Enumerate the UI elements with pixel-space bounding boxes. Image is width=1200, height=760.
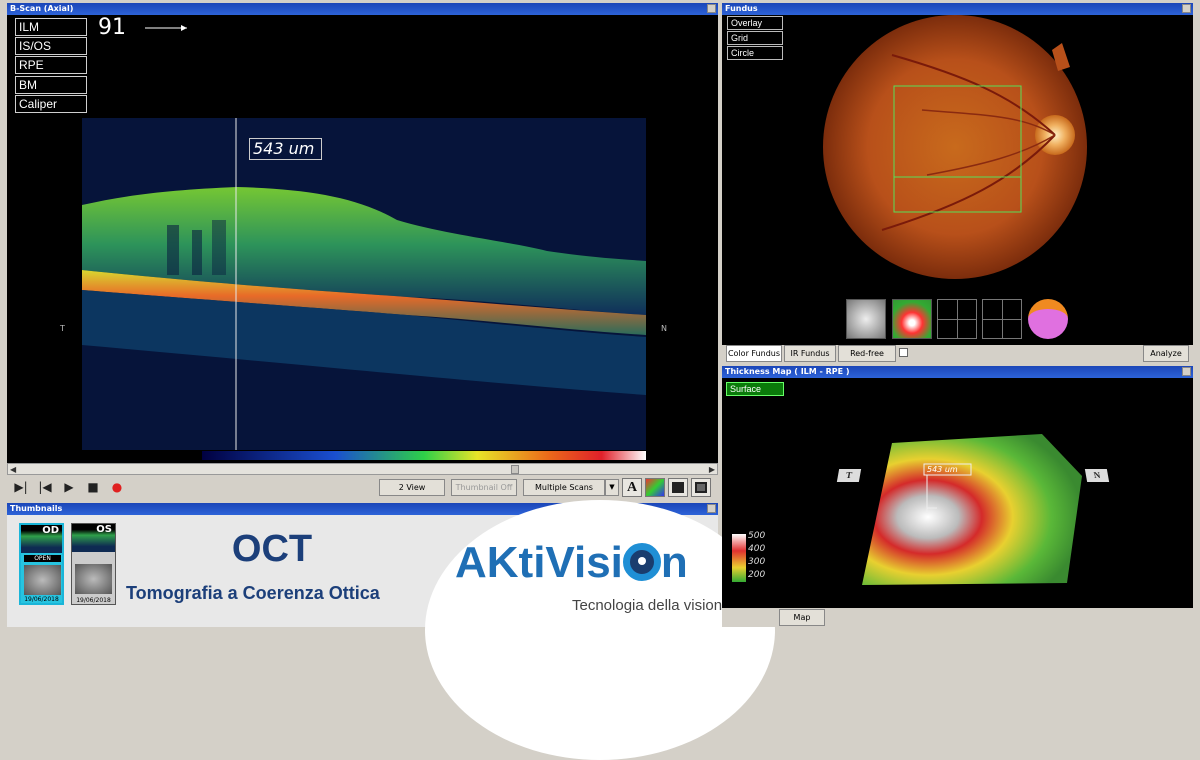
play-icon[interactable]: ▶: [62, 480, 76, 494]
scroll-right-arrow[interactable]: ▶: [709, 465, 715, 474]
thumbnail-os-eye: OS: [96, 524, 112, 535]
grid-button[interactable]: Grid: [727, 31, 783, 45]
fundus-title-text: Fundus: [725, 4, 758, 13]
tab-map[interactable]: Map: [779, 609, 825, 626]
bscan-panel-title: B-Scan (Axial): [7, 3, 718, 15]
bscan-image: [82, 25, 646, 460]
overlay-button[interactable]: Overlay: [727, 16, 783, 30]
scale-value-400: 400: [748, 544, 766, 554]
fundus-viewport[interactable]: Overlay Grid Circle: [722, 15, 1193, 345]
thumbnail-off-button[interactable]: Thumbnail Off: [451, 479, 517, 496]
circle-button[interactable]: Circle: [727, 46, 783, 60]
red-free-checkbox[interactable]: [899, 348, 908, 357]
thickness-map-panel-title: Thickness Map ( ILM - RPE ): [722, 366, 1193, 378]
brand-tagline: Tecnologia della visione: [572, 597, 731, 614]
temporal-label: T: [60, 324, 65, 333]
step-end-icon[interactable]: ▶|: [14, 480, 28, 494]
nasal-marker: N: [1084, 469, 1110, 482]
scan-select-dropdown-icon[interactable]: ▼: [605, 479, 619, 496]
tab-ir-fundus[interactable]: IR Fundus: [784, 345, 836, 362]
thumbnail-od[interactable]: OD OPEN 19/06/2018: [19, 523, 64, 605]
thumbnail-os-date: 19/06/2018: [76, 597, 111, 604]
text-tool-icon[interactable]: A: [622, 478, 642, 497]
nasal-label: N: [661, 324, 667, 333]
scroll-left-arrow[interactable]: ◀: [10, 465, 16, 474]
thumbnail-od-date: 19/06/2018: [24, 596, 59, 603]
brand-name-part1: AKtiVisi: [455, 538, 623, 587]
fundus-thumb-grid1[interactable]: [937, 299, 977, 339]
brand-logo: AKtiVisi n: [455, 538, 688, 588]
bscan-minimize-button[interactable]: [707, 4, 716, 13]
fundus-thumb-heatmap[interactable]: [892, 299, 932, 339]
thickness-measurement: 543 um: [927, 465, 958, 474]
scale-value-200: 200: [748, 570, 766, 580]
bscan-title-text: B-Scan (Axial): [10, 4, 74, 13]
thumbnails-title-text: Thumbnails: [10, 504, 63, 513]
multiple-scans-select[interactable]: Multiple Scans: [523, 479, 605, 496]
thickness-map-minimize-button[interactable]: [1182, 367, 1191, 376]
skip-start-icon[interactable]: |◀: [38, 480, 52, 494]
layer-button-bm[interactable]: BM: [15, 76, 87, 94]
tab-red-free[interactable]: Red-free: [838, 345, 896, 362]
brand-name-part2: n: [660, 538, 688, 587]
promo-subtitle: Tomografia a Coerenza Ottica: [126, 583, 380, 603]
etdrs-grid-icon[interactable]: [1028, 299, 1068, 339]
thickness-map-title-text: Thickness Map ( ILM - RPE ): [725, 367, 850, 376]
slice-number: 91: [98, 15, 126, 40]
fundus-thumb-grid2[interactable]: [982, 299, 1022, 339]
two-view-button[interactable]: 2 View: [379, 479, 445, 496]
surface-button[interactable]: Surface: [726, 382, 784, 396]
bscan-scrollbar[interactable]: ◀ ▶: [7, 463, 718, 475]
caliper-measurement: 543 um: [249, 138, 322, 160]
layer-button-caliper[interactable]: Caliper: [15, 95, 87, 113]
layer-button-ilm[interactable]: ILM: [15, 18, 87, 36]
thumbnail-od-eye: OD: [42, 525, 59, 536]
invert-icon[interactable]: [691, 478, 711, 497]
fundus-image: [823, 15, 1087, 279]
color-map-icon[interactable]: [645, 478, 665, 497]
fundus-panel-title: Fundus: [722, 3, 1193, 15]
thickness-surface: [862, 434, 1082, 585]
analyze-button[interactable]: Analyze: [1143, 345, 1189, 362]
thumbnails-minimize-button[interactable]: [707, 504, 716, 513]
bscan-viewport[interactable]: ILM IS/OS RPE BM Caliper 91 543 um T N: [7, 15, 718, 463]
stop-icon[interactable]: ■: [86, 480, 100, 494]
tab-color-fundus[interactable]: Color Fundus: [726, 345, 782, 362]
color-scale: [732, 534, 746, 582]
fundus-thumb-ir[interactable]: [846, 299, 886, 339]
thumbnail-od-status: OPEN: [24, 555, 61, 562]
promo-title: OCT: [231, 528, 313, 570]
thumbnail-os[interactable]: OS 19/06/2018: [71, 523, 116, 605]
layer-button-rpe[interactable]: RPE: [15, 56, 87, 74]
scroll-thumb[interactable]: [511, 465, 519, 474]
temporal-marker: T: [836, 469, 862, 482]
grayscale-icon[interactable]: [668, 478, 688, 497]
fundus-minimize-button[interactable]: [1182, 4, 1191, 13]
record-icon[interactable]: ●: [110, 480, 124, 494]
thickness-map-viewport[interactable]: Surface 543 um T N 500 400 300 200: [722, 378, 1193, 627]
brand-eye-icon: [622, 543, 661, 581]
scale-value-300: 300: [748, 557, 766, 567]
layer-button-isos[interactable]: IS/OS: [15, 37, 87, 55]
scale-value-500: 500: [748, 531, 766, 541]
